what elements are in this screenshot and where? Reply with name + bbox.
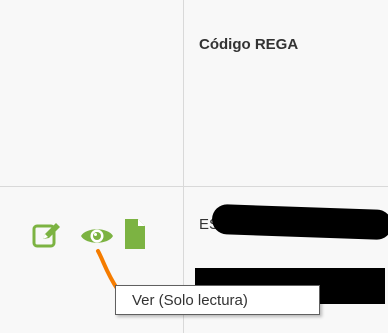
edit-icon[interactable]: [32, 221, 62, 249]
tooltip: Ver (Solo lectura): [115, 285, 320, 315]
actions-column-header: [0, 0, 184, 187]
eye-icon[interactable]: [80, 224, 114, 248]
tooltip-text: Ver (Solo lectura): [132, 292, 248, 309]
rega-column-header[interactable]: [184, 0, 388, 187]
redaction-mark: [211, 203, 388, 241]
rega-header-label: Código REGA: [199, 36, 299, 53]
file-icon[interactable]: [124, 218, 146, 250]
